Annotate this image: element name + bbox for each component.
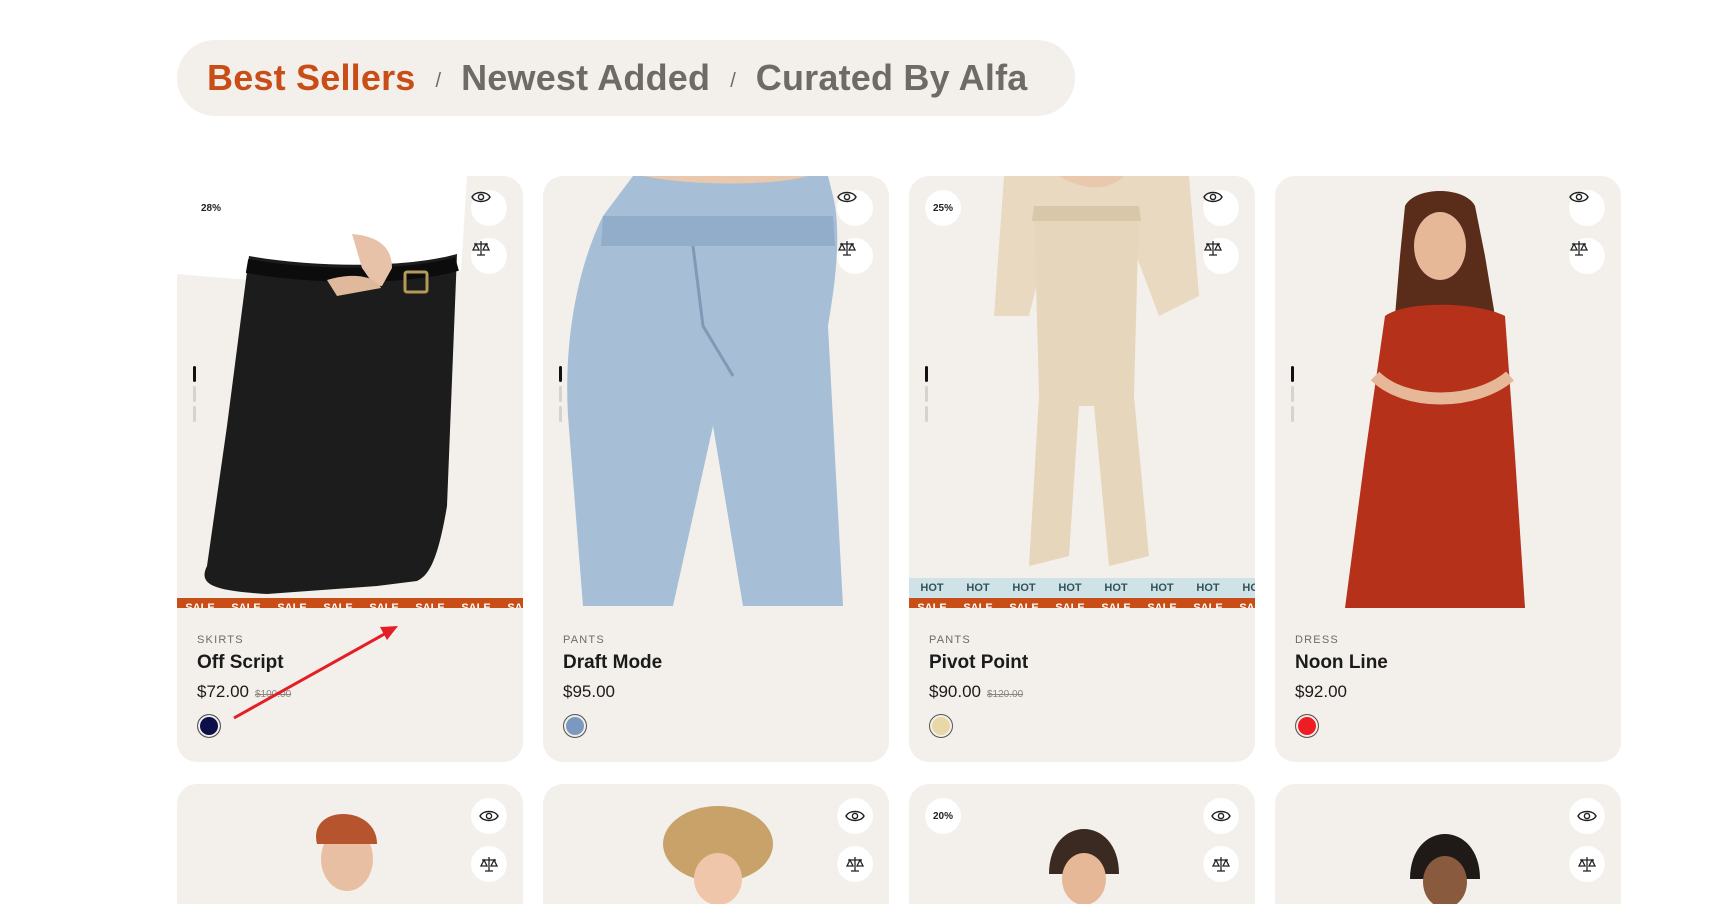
eye-icon [1569,191,1589,203]
hot-ticker: HOTHOTHOTHOTHOTHOTHOTHOT [909,578,1255,598]
scale-icon [1211,857,1231,872]
quick-view-button[interactable] [1569,798,1605,834]
color-swatch[interactable] [1295,714,1319,738]
product-card[interactable]: 28% SALESALESALESALESALESALESALESALE SKI… [177,176,523,762]
product-category: PANTS [563,634,605,646]
quick-view-button[interactable] [471,798,507,834]
compare-button[interactable] [471,238,507,274]
image-pagination [559,366,563,426]
compare-button[interactable] [1569,238,1605,274]
product-card[interactable]: PANTS Draft Mode $95.00 [543,176,889,762]
product-image[interactable] [1275,176,1621,608]
product-card[interactable] [543,784,889,904]
tab-newest-added[interactable]: Newest Added [461,57,710,99]
product-old-price: $120.00 [987,689,1024,700]
scale-icon [1569,241,1589,256]
product-name[interactable]: Draft Mode [563,652,662,674]
eye-icon [1577,810,1597,822]
product-price: $95.00 [563,682,615,701]
product-name[interactable]: Off Script [197,652,291,674]
product-category: DRESS [1295,634,1339,646]
sale-ticker: SALESALESALESALESALESALESALESALE [909,598,1255,608]
product-name[interactable]: Pivot Point [929,652,1028,674]
discount-badge: 28% [193,190,229,226]
product-category: PANTS [929,634,971,646]
tab-separator: / [730,69,736,92]
eye-icon [845,810,865,822]
discount-badge: 20% [925,798,961,834]
image-pagination [1291,366,1295,426]
scale-icon [1203,241,1223,256]
tab-best-sellers[interactable]: Best Sellers [207,57,416,99]
image-pagination [193,366,197,426]
quick-view-button[interactable] [837,798,873,834]
sale-ticker: SALESALESALESALESALESALESALESALE [177,598,523,608]
quick-view-button[interactable] [1569,190,1605,226]
compare-button[interactable] [1203,846,1239,882]
product-old-price: $100.00 [255,689,292,700]
compare-button[interactable] [471,846,507,882]
product-image[interactable]: 28% SALESALESALESALESALESALESALESALE [177,176,523,608]
collection-tabs: Best Sellers / Newest Added / Curated By… [177,40,1075,116]
product-price: $90.00 [929,682,981,701]
eye-icon [1203,191,1223,203]
compare-button[interactable] [1569,846,1605,882]
product-name[interactable]: Noon Line [1295,652,1388,674]
quick-view-button[interactable] [471,190,507,226]
eye-icon [479,810,499,822]
product-image[interactable]: 25% HOTHOTHOTHOTHOTHOTHOTHOT SALESALESAL… [909,176,1255,608]
scale-icon [845,857,865,872]
compare-button[interactable] [837,238,873,274]
image-pagination [925,366,929,426]
quick-view-button[interactable] [1203,798,1239,834]
product-card[interactable] [177,784,523,904]
tab-separator: / [435,69,442,92]
scale-icon [471,241,491,256]
eye-icon [471,191,491,203]
product-card[interactable]: 25% HOTHOTHOTHOTHOTHOTHOTHOT SALESALESAL… [909,176,1255,762]
tab-curated-by-alfa[interactable]: Curated By Alfa [756,57,1028,99]
quick-view-button[interactable] [837,190,873,226]
product-category: SKIRTS [197,634,244,646]
compare-button[interactable] [1203,238,1239,274]
product-price: $72.00 [197,682,249,701]
product-image[interactable] [543,176,889,608]
eye-icon [837,191,857,203]
eye-icon [1211,810,1231,822]
quick-view-button[interactable] [1203,190,1239,226]
scale-icon [479,857,499,872]
product-card[interactable]: 20% [909,784,1255,904]
scale-icon [1577,857,1597,872]
color-swatch[interactable] [563,714,587,738]
discount-badge: 25% [925,190,961,226]
compare-button[interactable] [837,846,873,882]
color-swatch[interactable] [929,714,953,738]
color-swatch[interactable] [197,714,221,738]
scale-icon [837,241,857,256]
product-card[interactable]: DRESS Noon Line $92.00 [1275,176,1621,762]
product-card[interactable] [1275,784,1621,904]
product-price: $92.00 [1295,682,1347,701]
